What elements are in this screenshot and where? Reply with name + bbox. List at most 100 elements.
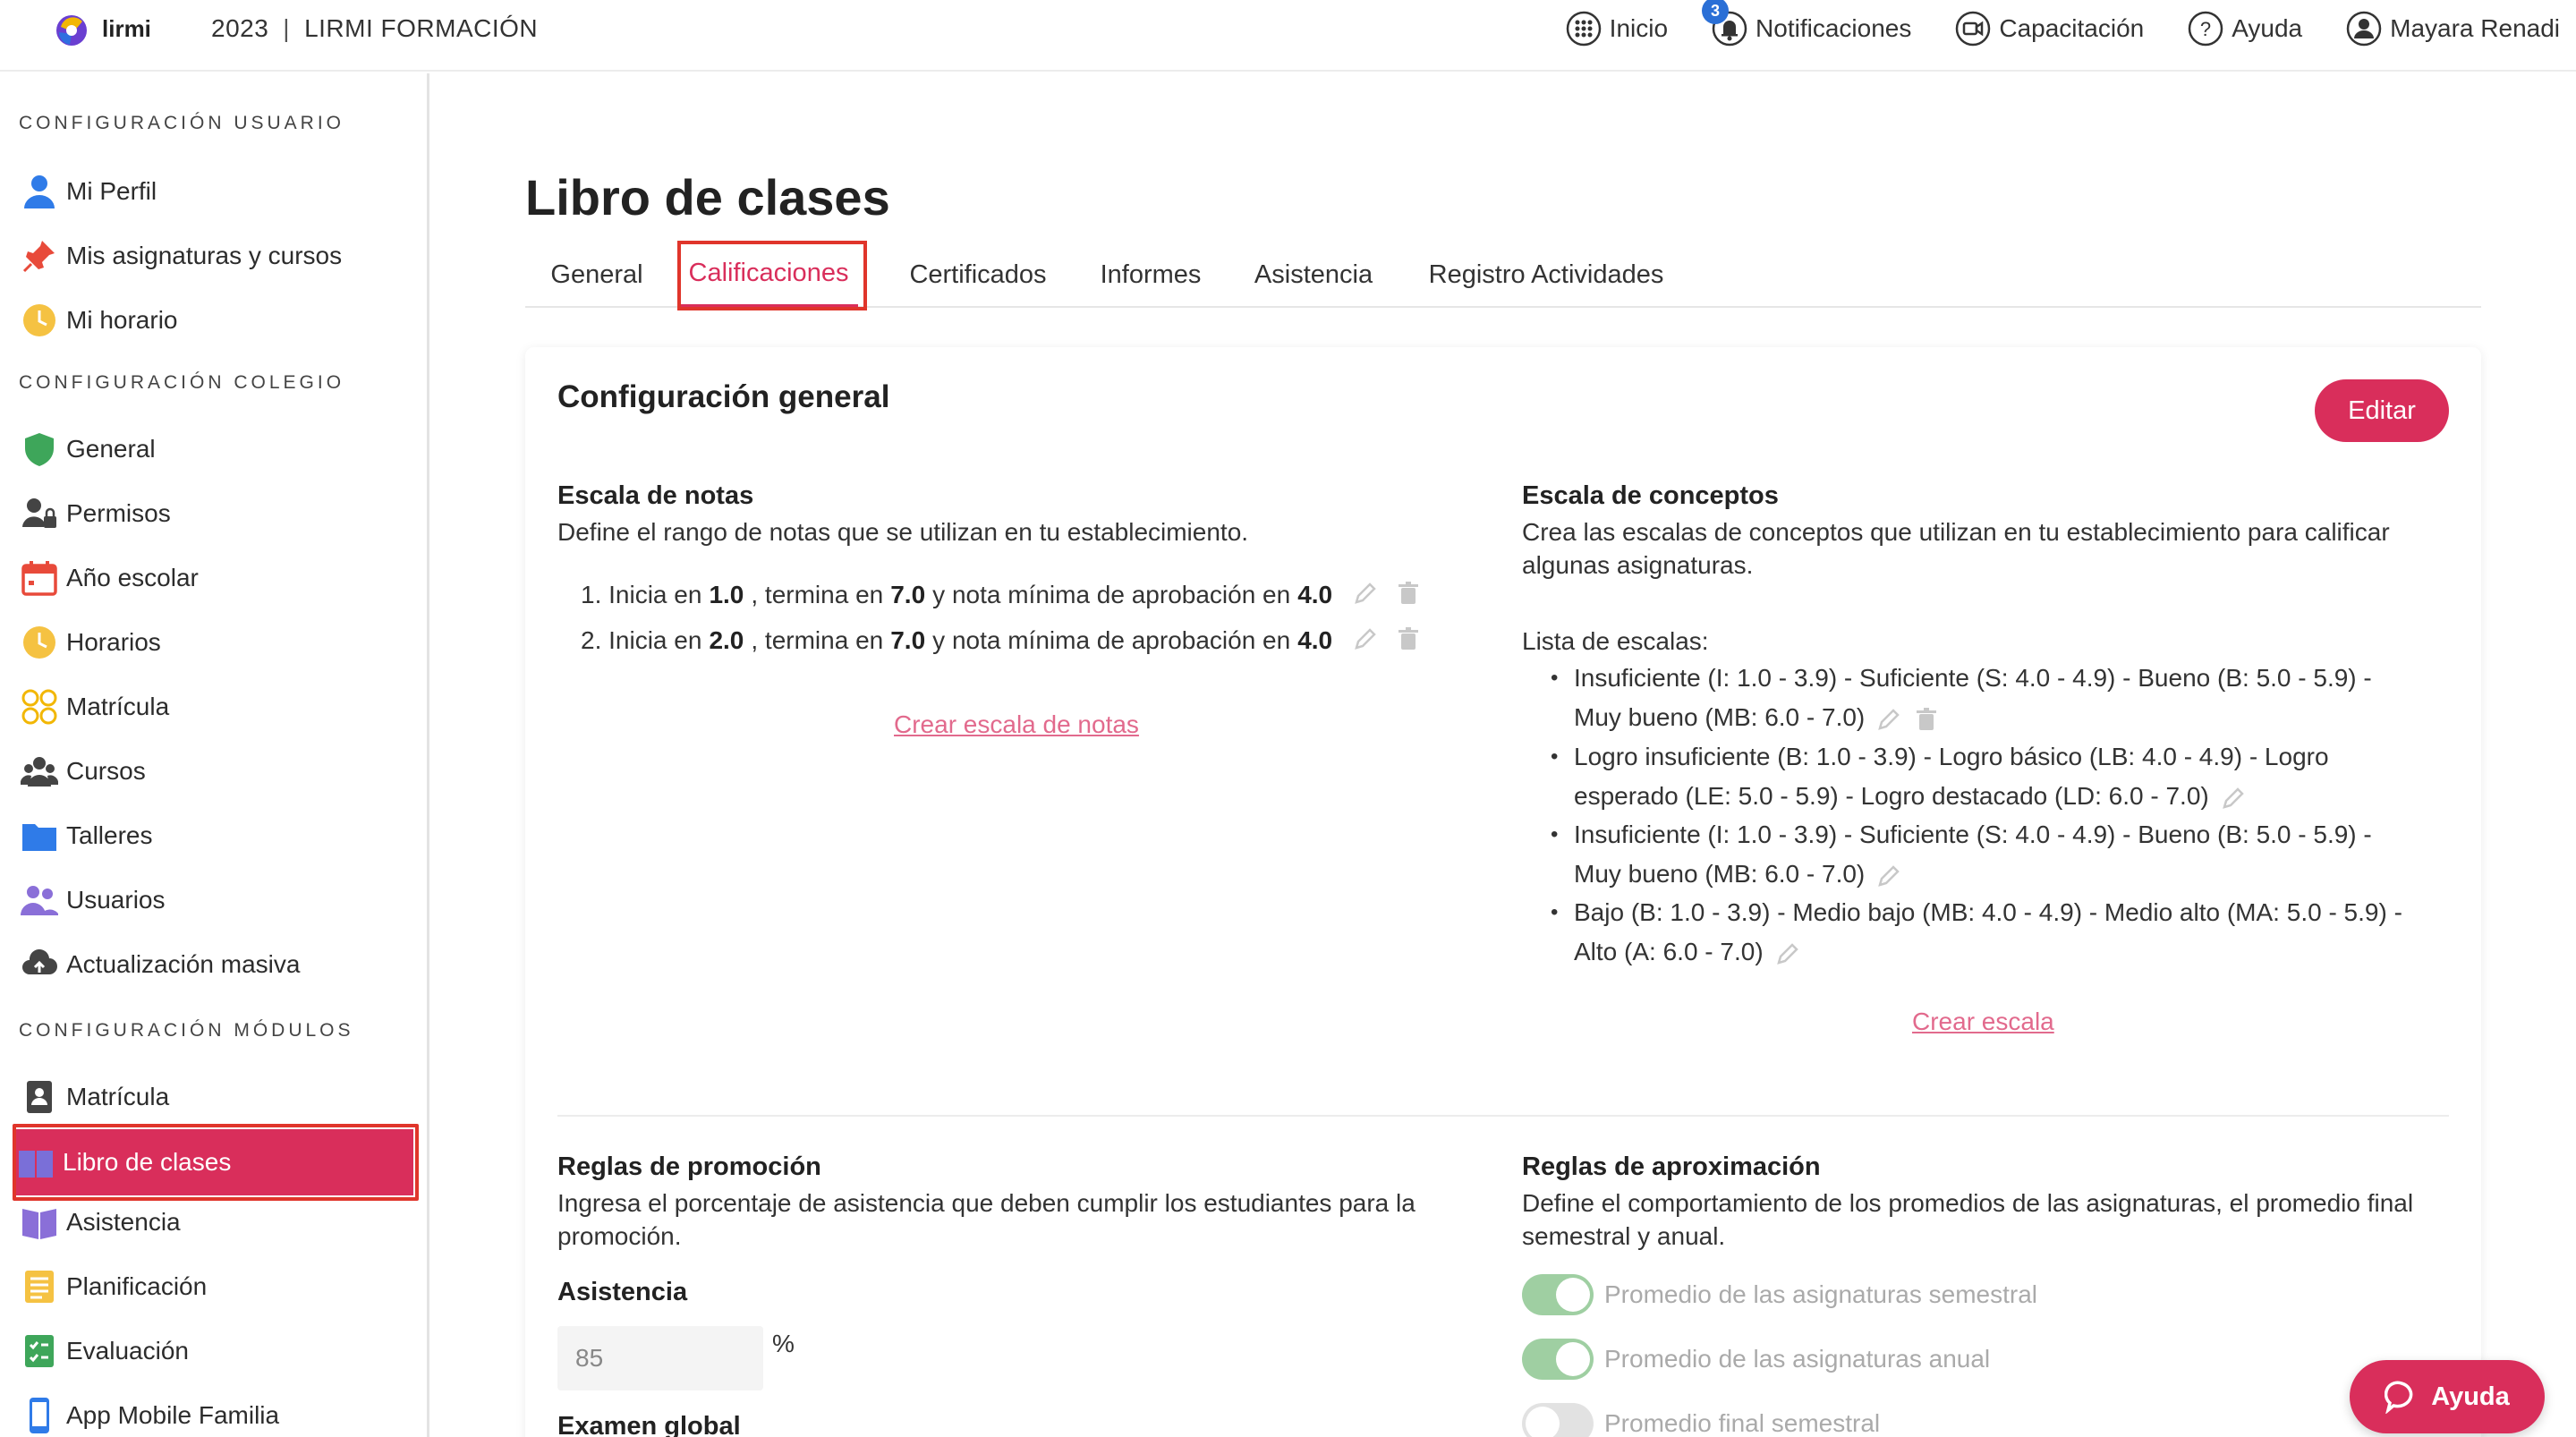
- concept-scale-item-3: • Insuficiente (I: 1.0 - 3.9) - Suficien…: [1551, 821, 2372, 889]
- sidebar-item-permisos[interactable]: Permisos: [20, 485, 413, 542]
- sidebar-item-ano-escolar[interactable]: Año escolar: [20, 549, 413, 607]
- section-title-colegio: CONFIGURACIÓN COLEGIO: [19, 372, 345, 393]
- escala-notas-item-1: 1. Inicia en 1.0 , termina en 7.0 y nota mín…: [581, 580, 1425, 610]
- tab-calificaciones[interactable]: Calificaciones: [679, 242, 858, 308]
- page-title: Libro de clases: [525, 169, 890, 225]
- concept-scale-item-2: • Logro insuficiente (B: 1.0 - 3.9) - Lo…: [1551, 743, 2329, 812]
- nav-notificaciones-label: Notificaciones: [1756, 14, 1912, 42]
- trash-icon[interactable]: [1395, 625, 1425, 656]
- toggle-label: Promedio final semestral: [1604, 1409, 1881, 1437]
- sidebar-item-general[interactable]: General: [20, 421, 413, 478]
- sidebar-item-libro-de-clases[interactable]: Libro de clases: [16, 1129, 413, 1195]
- sidebar-item-label: General: [66, 435, 156, 463]
- tab-general[interactable]: General: [525, 242, 668, 308]
- concept-scale-text: Bajo (B: 1.0 - 3.9) - Medio bajo (MB: 4.…: [1574, 898, 2402, 926]
- trash-icon[interactable]: [1913, 706, 1940, 733]
- toggle-row-promedio-semestral: Promedio de las asignaturas semestral: [1522, 1274, 2037, 1315]
- nav-ayuda-label: Ayuda: [2232, 14, 2303, 42]
- sidebar-item-matricula-modulo[interactable]: Matrícula: [20, 1068, 413, 1126]
- scale-start-value: 2.0: [709, 626, 744, 654]
- sidebar-item-mi-perfil[interactable]: Mi Perfil: [20, 163, 413, 220]
- concept-scale-text: Insuficiente (I: 1.0 - 3.9) - Suficiente…: [1574, 664, 2372, 692]
- nav-user-menu[interactable]: Mayara Renadi: [2345, 10, 2560, 47]
- clock-icon: [20, 623, 59, 662]
- sidebar-item-label: Asistencia: [66, 1208, 181, 1236]
- svg-text:?: ?: [2200, 18, 2211, 40]
- help-icon: ?: [2188, 11, 2223, 47]
- group-icon: [20, 752, 59, 791]
- floating-help-label: Ayuda: [2431, 1382, 2510, 1411]
- crear-escala-notas-link[interactable]: Crear escala de notas: [894, 710, 1139, 739]
- lirmi-logo-icon: [52, 9, 91, 48]
- concept-scale-text-cont: Muy bueno (MB: 6.0 - 7.0): [1574, 860, 1866, 888]
- lista-escalas-label: Lista de escalas:: [1522, 627, 1709, 655]
- concept-scale-item-1: • Insuficiente (I: 1.0 - 3.9) - Suficien…: [1551, 664, 2372, 733]
- tab-registro-actividades[interactable]: Registro Actividades: [1416, 242, 1676, 308]
- sidebar-item-cursos[interactable]: Cursos: [20, 743, 413, 800]
- promedio-semestral-toggle[interactable]: [1522, 1274, 1594, 1315]
- book-open-icon: [20, 1203, 59, 1242]
- text-minima: y nota mínima de aprobación en: [932, 626, 1291, 654]
- concept-scale-item-4: • Bajo (B: 1.0 - 3.9) - Medio bajo (MB: …: [1551, 898, 2402, 967]
- asistencia-input[interactable]: 85: [557, 1326, 763, 1390]
- text-inicia: Inicia en: [608, 626, 702, 654]
- tab-certificados[interactable]: Certificados: [895, 242, 1061, 308]
- pencil-icon[interactable]: [1352, 625, 1382, 656]
- pencil-icon[interactable]: [1875, 863, 1902, 889]
- tab-asistencia[interactable]: Asistencia: [1241, 242, 1386, 308]
- sidebar-item-label: Mi horario: [66, 306, 178, 334]
- sidebar-item-actualizacion-masiva[interactable]: Actualización masiva: [20, 936, 413, 993]
- toggle-label: Promedio de las asignaturas semestral: [1604, 1280, 2038, 1308]
- section-title-modulos: CONFIGURACIÓN MÓDULOS: [19, 1020, 354, 1041]
- sidebar-item-matricula-colegio[interactable]: Matrícula: [20, 678, 413, 736]
- sidebar-item-app-mobile-familia[interactable]: App Mobile Familia: [20, 1387, 413, 1437]
- promedio-anual-toggle[interactable]: [1522, 1339, 1594, 1380]
- reglas-aproximacion-description: Define el comportamiento de los promedio…: [1522, 1189, 2414, 1250]
- user-name: Mayara Renadi: [2390, 14, 2560, 42]
- sidebar-item-horarios[interactable]: Horarios: [20, 614, 413, 671]
- calendar-icon: [20, 558, 59, 598]
- nav-inicio[interactable]: Inicio: [1565, 10, 1668, 47]
- sidebar-item-label: Usuarios: [66, 886, 166, 914]
- sidebar-item-talleres[interactable]: Talleres: [20, 807, 413, 864]
- sidebar-item-planificacion[interactable]: Planificación: [20, 1258, 413, 1315]
- clock-icon: [20, 301, 59, 340]
- concept-scale-text: Logro insuficiente (B: 1.0 - 3.9) - Logr…: [1574, 743, 2329, 770]
- card-title: Configuración general: [557, 379, 890, 414]
- crear-escala-link[interactable]: Crear escala: [1912, 1008, 2054, 1036]
- toggle-row-promedio-anual: Promedio de las asignaturas anual: [1522, 1339, 1990, 1380]
- tab-informes[interactable]: Informes: [1085, 242, 1216, 308]
- escala-conceptos-heading: Escala de conceptos: [1522, 481, 1779, 510]
- sidebar-item-evaluacion[interactable]: Evaluación: [20, 1322, 413, 1380]
- sidebar-item-label: Mis asignaturas y cursos: [66, 242, 343, 269]
- sidebar-item-label: Permisos: [66, 499, 171, 527]
- notes-icon: [20, 1267, 59, 1306]
- pencil-icon[interactable]: [1875, 706, 1902, 733]
- scale-min-value: 4.0: [1297, 626, 1333, 654]
- logo[interactable]: lirmi: [52, 9, 151, 48]
- percent-unit: %: [772, 1330, 795, 1357]
- pencil-icon[interactable]: [1774, 940, 1801, 967]
- floating-help-button[interactable]: Ayuda: [2350, 1360, 2545, 1433]
- sidebar-item-label: Actualización masiva: [66, 950, 301, 978]
- reglas-promocion-heading: Reglas de promoción: [557, 1152, 821, 1181]
- scale-start-value: 1.0: [709, 581, 744, 608]
- folder-icon: [20, 816, 59, 855]
- escala-conceptos-description: Crea las escalas de conceptos que utiliz…: [1522, 518, 2390, 579]
- trash-icon[interactable]: [1395, 580, 1425, 610]
- pencil-icon[interactable]: [1352, 580, 1382, 610]
- faces-icon: [20, 687, 59, 727]
- promedio-final-semestral-toggle[interactable]: [1522, 1403, 1594, 1437]
- sidebar-item-mi-horario[interactable]: Mi horario: [20, 292, 413, 349]
- sidebar-item-mis-asignaturas[interactable]: Mis asignaturas y cursos: [20, 227, 413, 285]
- nav-capacitacion[interactable]: Capacitación: [1954, 10, 2144, 47]
- org-label: 2023 | LIRMI FORMACIÓN: [211, 14, 538, 43]
- sidebar-item-usuarios[interactable]: Usuarios: [20, 872, 413, 929]
- nav-ayuda[interactable]: ? Ayuda: [2187, 10, 2302, 47]
- list-number: 2.: [581, 626, 602, 654]
- sidebar-item-asistencia[interactable]: Asistencia: [20, 1194, 413, 1251]
- nav-notificaciones[interactable]: 3 Notificaciones: [1702, 0, 1912, 47]
- edit-button[interactable]: Editar: [2315, 379, 2449, 442]
- pencil-icon[interactable]: [2220, 785, 2247, 812]
- sidebar-item-label: Horarios: [66, 628, 161, 656]
